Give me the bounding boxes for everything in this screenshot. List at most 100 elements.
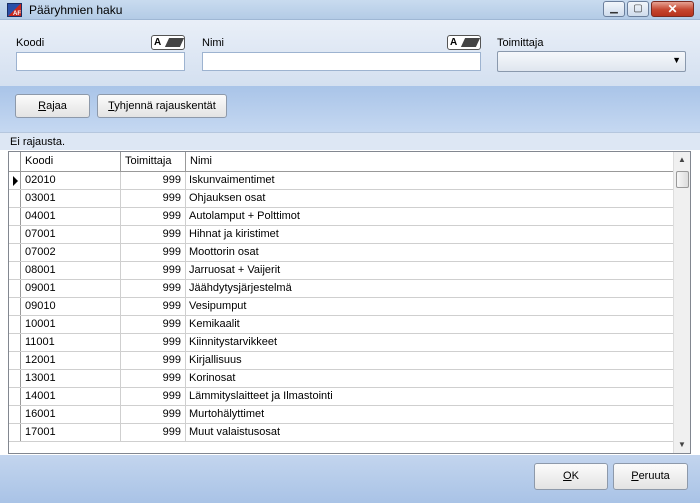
cell-code: 12001 [21, 352, 121, 369]
cell-name: Hihnat ja kiristimet [189, 228, 279, 240]
table-row[interactable]: 12001 999 Kirjallisuus [9, 352, 673, 370]
code-label: Koodi [16, 37, 45, 49]
row-indicator [9, 316, 21, 333]
cancel-button-accesskey: P [631, 470, 639, 482]
cell-code: 10001 [21, 316, 121, 333]
cell-code: 16001 [21, 406, 121, 423]
ok-button[interactable]: OK [534, 463, 608, 490]
cell-code: 14001 [21, 388, 121, 405]
chevron-down-icon: ▼ [672, 55, 681, 65]
limit-button[interactable]: Rajaa [15, 94, 90, 118]
limit-button-label: ajaa [46, 100, 67, 112]
close-button[interactable]: ✕ [651, 1, 694, 17]
table-row[interactable]: 16001 999 Murtohälyttimet [9, 406, 673, 424]
table-row[interactable]: 04001 999 Autolamput + Polttimot [9, 208, 673, 226]
cell-name: Iskunvaimentimet [189, 174, 275, 186]
row-indicator [9, 172, 21, 189]
column-header-name[interactable]: Nimi [186, 152, 673, 172]
action-strip: Rajaa Tyhjennä rajauskentät [0, 86, 700, 132]
cell-name: Moottorin osat [189, 246, 259, 258]
row-indicator [9, 424, 21, 441]
cell-supplier: 999 [121, 280, 186, 297]
cell-name: Muut valaistusosat [189, 426, 281, 438]
table-row[interactable]: 03001 999 Ohjauksen osat [9, 190, 673, 208]
cell-supplier: 999 [121, 298, 186, 315]
cell-code: 07001 [21, 226, 121, 243]
maximize-button[interactable]: ▢ [627, 1, 649, 17]
status-text: Ei rajausta. [0, 132, 700, 150]
case-toggle-icon[interactable]: A [151, 35, 185, 50]
scroll-thumb[interactable] [676, 171, 689, 188]
cell-name: Autolamput + Polttimot [189, 210, 300, 222]
supplier-select[interactable]: ▼ [497, 51, 686, 72]
table-row[interactable]: 07001 999 Hihnat ja kiristimet [9, 226, 673, 244]
cell-code: 11001 [21, 334, 121, 351]
cell-supplier: 999 [121, 316, 186, 333]
clear-filters-button[interactable]: Tyhjennä rajauskentät [97, 94, 227, 118]
scroll-down-icon[interactable]: ▼ [674, 437, 690, 453]
table-row[interactable]: 14001 999 Lämmityslaitteet ja Ilmastointi [9, 388, 673, 406]
cell-code: 03001 [21, 190, 121, 207]
footer-bar: OK Peruuta [0, 455, 700, 503]
cell-supplier: 999 [121, 370, 186, 387]
cell-code: 04001 [21, 208, 121, 225]
row-indicator [9, 190, 21, 207]
cell-supplier: 999 [121, 334, 186, 351]
cell-supplier: 999 [121, 172, 186, 189]
clear-filters-label: yhjennä rajauskentät [114, 100, 216, 112]
cell-name: Korinosat [189, 372, 236, 384]
table-row[interactable]: 08001 999 Jarruosat + Vaijerit [9, 262, 673, 280]
table-row[interactable]: 13001 999 Korinosat [9, 370, 673, 388]
table-row[interactable]: 07002 999 Moottorin osat [9, 244, 673, 262]
row-indicator [9, 208, 21, 225]
table-row[interactable]: 09010 999 Vesipumput [9, 298, 673, 316]
cell-supplier: 999 [121, 406, 186, 423]
title-bar: AF Pääryhmien haku ▁ ▢ ✕ [0, 0, 700, 20]
name-input[interactable] [203, 53, 480, 70]
cell-code: 17001 [21, 424, 121, 441]
eraser-icon [460, 38, 481, 47]
row-indicator [9, 406, 21, 423]
code-input[interactable] [17, 53, 184, 70]
cell-code: 09001 [21, 280, 121, 297]
table-row[interactable]: 09001 999 Jäähdytysjärjestelmä [9, 280, 673, 298]
current-row-pointer-icon [13, 176, 18, 186]
code-field-box [16, 52, 185, 71]
app-icon: AF [7, 3, 22, 17]
row-indicator [9, 262, 21, 279]
vertical-scrollbar[interactable]: ▲ ▼ [673, 152, 690, 453]
table-row[interactable]: 17001 999 Muut valaistusosat [9, 424, 673, 442]
row-indicator [9, 226, 21, 243]
cell-name: Jarruosat + Vaijerit [189, 264, 281, 276]
cell-name: Kirjallisuus [189, 354, 242, 366]
column-header-supplier[interactable]: Toimittaja [121, 152, 186, 172]
cell-code: 07002 [21, 244, 121, 261]
cell-supplier: 999 [121, 190, 186, 207]
cancel-button[interactable]: Peruuta [613, 463, 688, 490]
name-field-box [202, 52, 481, 71]
case-toggle-icon-name[interactable]: A [447, 35, 481, 50]
cell-name: Murtohälyttimet [189, 408, 265, 420]
results-grid[interactable]: Koodi Toimittaja Nimi 02010 999 Iskunvaime… [8, 151, 691, 454]
column-header-code[interactable]: Koodi [21, 152, 121, 172]
row-indicator [9, 370, 21, 387]
grid-header: Koodi Toimittaja Nimi [9, 152, 673, 172]
table-row[interactable]: 02010 999 Iskunvaimentimet [9, 172, 673, 190]
row-indicator [9, 244, 21, 261]
cell-supplier: 999 [121, 388, 186, 405]
grid-rows: 02010 999 Iskunvaimentimet 03001 999 Ohjaukse… [9, 172, 673, 442]
scroll-up-icon[interactable]: ▲ [674, 152, 690, 168]
cell-code: 13001 [21, 370, 121, 387]
cell-supplier: 999 [121, 226, 186, 243]
cell-supplier: 999 [121, 352, 186, 369]
supplier-label: Toimittaja [497, 37, 544, 49]
ok-button-label: K [571, 470, 579, 482]
row-indicator [9, 388, 21, 405]
table-row[interactable]: 10001 999 Kemikaalit [9, 316, 673, 334]
cell-supplier: 999 [121, 424, 186, 441]
table-row[interactable]: 11001 999 Kiinnitystarvikkeet [9, 334, 673, 352]
minimize-button[interactable]: ▁ [603, 1, 625, 17]
case-toggle-label: A [154, 37, 162, 48]
cell-code: 09010 [21, 298, 121, 315]
cell-code: 02010 [21, 172, 121, 189]
